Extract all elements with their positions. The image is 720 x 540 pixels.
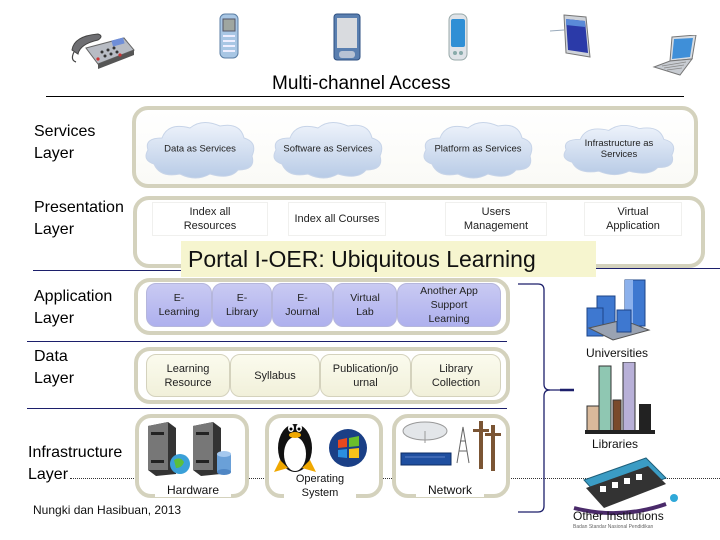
desk-phone-icon (71, 33, 135, 69)
multichannel-title: Multi-channel Access (272, 73, 451, 94)
other-institutions-label: Other Institutions (573, 509, 664, 523)
services-layer-label-line2: Layer (34, 145, 75, 162)
application-layer-label-line2: Layer (34, 310, 75, 327)
box-line2: Management (463, 220, 529, 232)
cloud-platform-as-services[interactable]: Platform as Services (418, 114, 538, 184)
btn-line2: Lab (356, 306, 374, 318)
box-line2: Application (606, 220, 660, 232)
box-line2: Resources (183, 220, 237, 232)
btn-line2: Collection (431, 376, 481, 389)
services-layer-label: Services Layer (34, 121, 95, 165)
infrastructure-layer-label: Infrastructure Layer (28, 442, 122, 486)
infrastructure-layer-label-line1: Infrastructure (28, 444, 123, 461)
presentation-layer-label-line2: Layer (34, 221, 75, 238)
btn-line2: urnal (353, 376, 378, 389)
divider-application-data (27, 341, 507, 342)
laptop-icon (652, 35, 697, 76)
other-institutions-sublabel: Badan Standar Nasional Pendidikan (573, 524, 654, 530)
app-virtual-lab[interactable]: Virtual Lab (333, 283, 397, 327)
cloud-infrastructure-as-services[interactable]: Infrastructure as Services (558, 118, 680, 180)
cloud-software-as-services[interactable]: Software as Services (268, 114, 388, 184)
btn-line1: Library (439, 362, 473, 375)
divider-data-infrastructure (27, 408, 507, 409)
mobile-phone-icon (219, 13, 239, 59)
citation: Nungki dan Hasibuan, 2013 (33, 503, 182, 517)
btn-line1: E- (236, 292, 248, 304)
app-e-library[interactable]: E- Library (212, 283, 272, 327)
os-label-line2: System (301, 487, 339, 499)
app-e-journal[interactable]: E- Journal (272, 283, 333, 327)
divider-presentation-application (33, 270, 183, 271)
server-database-icon (193, 422, 231, 476)
btn-line1: E- (297, 292, 308, 304)
box-line1: Users (481, 206, 511, 218)
cloud-label: Platform as Services (434, 143, 522, 155)
windows-logo-icon (329, 429, 367, 467)
cloud-label: Infrastructure as Services (584, 138, 654, 160)
data-layer-label-line2: Layer (34, 370, 75, 387)
pda-icon (333, 13, 361, 61)
data-library-collection[interactable]: Library Collection (411, 354, 501, 397)
btn-line2: Support (430, 299, 468, 311)
divider-presentation-application-right (596, 268, 720, 269)
presentation-index-all-resources[interactable]: Index all Resources (152, 202, 268, 236)
app-e-learning[interactable]: E- Learning (146, 283, 212, 327)
data-learning-resource[interactable]: Learning Resource (146, 354, 230, 397)
network-label: Network (416, 483, 484, 497)
universities-label: Universities (586, 346, 649, 360)
app-another-app-support-learning[interactable]: Another App Support Learning (397, 283, 501, 327)
cloud-label: Software as Services (283, 143, 373, 155)
application-layer-label: Application Layer (34, 286, 112, 330)
cloud-data-as-services[interactable]: Data as Services (140, 114, 260, 184)
data-syllabus[interactable]: Syllabus (230, 354, 320, 397)
btn-line2: Resource (164, 376, 212, 389)
tablet-icon (550, 14, 591, 58)
smartphone-icon (448, 13, 468, 61)
portal-title-banner: Portal I-OER: Ubiquitous Learning (181, 241, 596, 277)
btn-line1: Another App (420, 285, 478, 297)
os-label: Operating System (284, 472, 356, 500)
box-line1: Index all (189, 206, 231, 218)
presentation-layer-label: Presentation Layer (34, 197, 124, 241)
linux-tux-icon (274, 424, 316, 472)
btn-line2: Library (225, 306, 259, 318)
presentation-virtual-application[interactable]: Virtual Application (584, 202, 682, 236)
data-publication-journal[interactable]: Publication/jo urnal (320, 354, 411, 397)
presentation-index-all-courses[interactable]: Index all Courses (288, 202, 386, 236)
libraries-buildings-icon (585, 362, 655, 434)
btn-line1: Learning (166, 362, 210, 375)
cloud-label: Data as Services (164, 143, 236, 155)
libraries-label: Libraries (592, 437, 639, 451)
data-layer-label: Data Layer (34, 346, 74, 390)
btn-line2: Journal (285, 306, 320, 318)
hardware-label: Hardware (155, 483, 231, 497)
box-line1: Virtual (617, 206, 649, 218)
os-label-line1: Operating (295, 473, 345, 485)
box-line1: Index all Courses (294, 213, 380, 225)
device-row (0, 0, 720, 80)
btn-line3: Learning (428, 313, 470, 325)
network-equipment-icon (400, 421, 501, 471)
data-layer-label-line1: Data (34, 348, 68, 365)
presentation-users-management[interactable]: Users Management (445, 202, 547, 236)
services-layer-label-line1: Services (34, 123, 96, 140)
infrastructure-layer-label-line2: Layer (28, 466, 69, 483)
btn-line1: Virtual (350, 292, 380, 304)
title-underline (46, 96, 684, 97)
application-layer-label-line1: Application (34, 288, 113, 305)
btn-line1: E- (173, 292, 185, 304)
btn-line2: Learning (158, 306, 200, 318)
server-globe-icon (148, 422, 190, 476)
other-institutions-building-icon (573, 457, 678, 516)
btn-line1: Publication/jo (332, 362, 399, 375)
btn-line1: Syllabus (254, 369, 296, 382)
presentation-layer-label-line1: Presentation (34, 199, 124, 216)
universities-building-icon (586, 279, 651, 341)
